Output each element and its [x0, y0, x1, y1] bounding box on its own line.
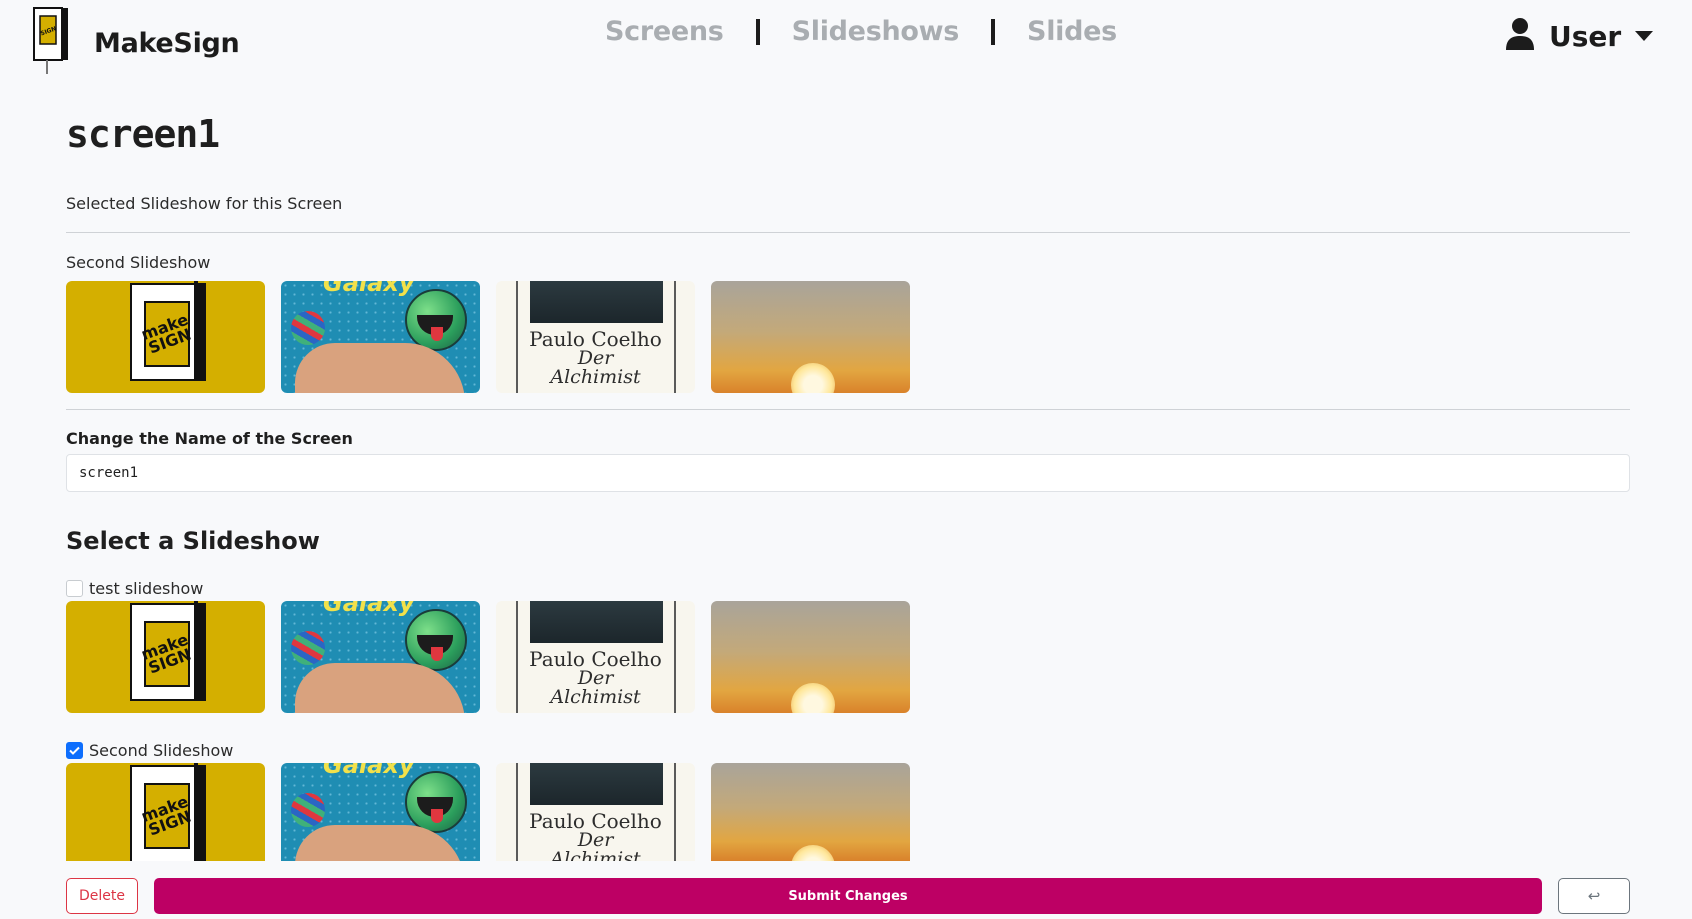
- slide-book-title: Der Alchimist: [550, 667, 641, 708]
- slide-book-title: Der Alchimist: [550, 829, 641, 862]
- selected-slideshow-label: Selected Slideshow for this Screen: [66, 194, 343, 213]
- slide-thumbnail: Paulo Coelho Der Alchimist: [496, 763, 695, 861]
- nav-separator: [755, 18, 760, 45]
- slide-thumbnail: Galaxy: [281, 281, 480, 393]
- slide-thumbnail: make SIGN: [66, 763, 265, 861]
- slide-thumbnail: Paulo Coelho Der Alchimist: [496, 281, 695, 393]
- option-test-thumbnails: make SIGN Galaxy Paulo Coelho Der Alchimi…: [66, 601, 910, 713]
- slide-thumbnail: [711, 763, 910, 861]
- divider: [66, 232, 1630, 233]
- slideshow-checkbox[interactable]: [66, 580, 83, 597]
- brand-name: MakeSign: [94, 28, 240, 59]
- delete-button[interactable]: Delete: [66, 878, 138, 914]
- slide-book-title: Der Alchimist: [550, 347, 641, 388]
- current-slideshow-thumbnails: make SIGN Galaxy Paulo Coelho Der Alchimi…: [66, 281, 910, 393]
- page-title: screen1: [66, 112, 220, 156]
- slide-thumbnail: Paulo Coelho Der Alchimist: [496, 601, 695, 713]
- slideshow-option-test[interactable]: test slideshow: [66, 579, 203, 598]
- nav-separator: [991, 18, 996, 45]
- slide-galaxy-text: Galaxy: [323, 281, 415, 297]
- caret-down-icon: [1635, 31, 1654, 41]
- user-menu-toggle[interactable]: User: [1505, 18, 1654, 54]
- current-slideshow-name: Second Slideshow: [66, 253, 211, 272]
- screen-name-input[interactable]: [66, 454, 1630, 492]
- slide-thumbnail: make SIGN: [66, 601, 265, 713]
- nav-slides[interactable]: Slides: [1027, 16, 1117, 47]
- slide-logo-text: make SIGN: [138, 791, 194, 840]
- slide-logo-text: make SIGN: [138, 309, 194, 358]
- nav-screens[interactable]: Screens: [605, 16, 724, 47]
- return-arrow-icon[interactable]: ↩: [1558, 878, 1630, 914]
- user-icon: [1505, 18, 1535, 54]
- screen-name-label: Change the Name of the Screen: [66, 429, 353, 448]
- submit-changes-button[interactable]: Submit Changes: [154, 878, 1542, 914]
- option-second-thumbnails: make SIGN Galaxy Paulo Coelho Der Alchimi…: [66, 763, 910, 861]
- main-nav: Screens Slideshows Slides: [605, 16, 1117, 47]
- select-slideshow-heading: Select a Slideshow: [66, 527, 320, 555]
- slide-thumbnail: [711, 601, 910, 713]
- slide-galaxy-text: Galaxy: [323, 601, 415, 617]
- navbar: SIGN MakeSign Screens Slideshows Slides …: [0, 0, 1692, 88]
- slideshow-option-second[interactable]: Second Slideshow: [66, 741, 233, 760]
- nav-slideshows[interactable]: Slideshows: [792, 16, 960, 47]
- slide-galaxy-text: Galaxy: [323, 763, 415, 779]
- divider: [66, 409, 1630, 410]
- slide-thumbnail: Galaxy: [281, 763, 480, 861]
- slideshow-checkbox[interactable]: [66, 742, 83, 759]
- user-label: User: [1549, 19, 1622, 53]
- slide-thumbnail: Galaxy: [281, 601, 480, 713]
- check-icon: [69, 746, 80, 755]
- slide-thumbnail: make SIGN: [66, 281, 265, 393]
- slideshow-option-label: test slideshow: [89, 579, 204, 598]
- slide-logo-text: make SIGN: [138, 629, 194, 678]
- slide-thumbnail: [711, 281, 910, 393]
- brand-link[interactable]: SIGN MakeSign: [30, 6, 240, 76]
- makesign-logo-icon: SIGN: [30, 6, 74, 76]
- slideshow-option-label: Second Slideshow: [89, 741, 234, 760]
